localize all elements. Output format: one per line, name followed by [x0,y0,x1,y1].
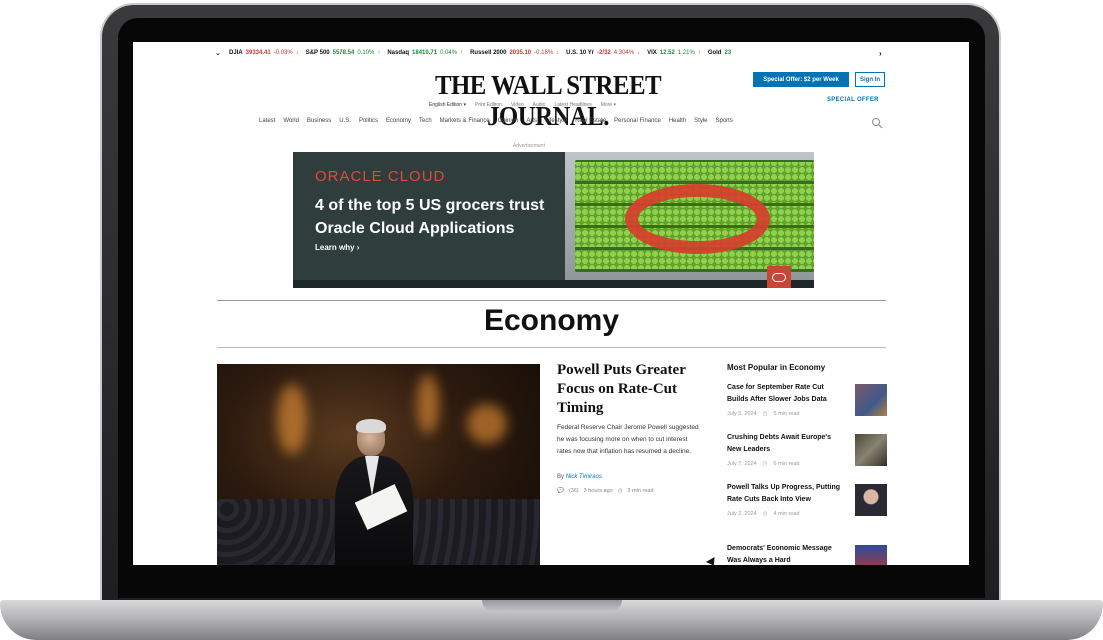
time-ago: 3 hours ago [583,488,613,494]
byline-prefix: By [557,474,565,480]
stage-light [467,404,507,444]
ad-headline-line: Oracle Cloud Applications [315,220,515,237]
market-ticker: ⌄ DJIA 39334.41 -0.03% ↓ S&P 500 5578.54 0.10… [133,47,969,59]
nav-item[interactable]: Lifestyle [545,118,567,124]
clock-icon: ◷ [617,488,623,494]
lead-byline: By Nick Timiraos [557,474,602,480]
popular-thumbnail[interactable] [855,545,887,565]
popular-read-time: 5 min read [773,411,800,417]
lead-meta: 💬 (36) 3 hours ago ◷ 3 min read [557,488,654,494]
nav-item[interactable]: Markets & Finance [440,118,490,124]
popular-headline[interactable]: Case for September Rate Cut Builds After… [727,382,843,406]
edition-link[interactable]: Print Edition [475,102,502,108]
ticker-item-10yr[interactable]: U.S. 10 Yr -2/32 4.304% ↓ [566,50,640,56]
edition-link[interactable]: Video [511,102,524,108]
edition-link[interactable]: More ▾ [601,102,616,108]
nav-item[interactable]: Personal Finance [614,118,661,124]
clock-icon: ◷ [762,511,768,517]
ad-brand: ORACLE CLOUD [315,168,446,185]
section-title: Economy [483,304,620,337]
nav-item[interactable]: U.S. [339,118,351,124]
oracle-logo-icon [767,266,791,288]
browser-screen: ⌄ DJIA 39334.41 -0.03% ↓ S&P 500 5578.54 0.10… [133,42,969,565]
popular-headline[interactable]: Democrats' Economic Message Was Always a… [727,543,843,565]
special-offer-button[interactable]: Special Offer: $2 per Week [753,72,849,87]
comments-icon[interactable]: 💬 [557,488,564,494]
popular-thumbnail[interactable] [855,484,887,516]
popular-date: July 2, 2024 [727,511,757,517]
ad-headline: 4 of the top 5 US grocers trust Oracle C… [315,194,585,240]
nav-item[interactable]: Opinion [498,118,519,124]
main-nav: Latest World Business U.S. Politics Econ… [259,118,733,124]
ticker-item-nasdaq[interactable]: Nasdaq 18410.71 0.04% ↑ [387,50,463,56]
advertisement-label: Advertisement [513,143,545,149]
ad-headline-line: 4 of the top 5 US grocers trust [315,197,545,214]
ad-banner[interactable]: ORACLE CLOUD 4 of the top 5 US grocers t… [293,152,814,288]
edition-link[interactable]: English Edition ▾ [429,102,466,108]
nav-item[interactable]: Economy [386,118,411,124]
comment-count[interactable]: (36) [569,488,579,494]
popular-item[interactable]: Democrats' Economic Message Was Always a… [727,543,887,565]
popular-read-time: 6 min read [773,461,800,467]
edition-link[interactable]: Audio [533,102,546,108]
nav-item[interactable]: Tech [419,118,432,124]
lead-article-photo[interactable] [217,364,540,565]
nav-item[interactable]: Latest [259,118,275,124]
ticker-item-russell[interactable]: Russell 2000 2035.10 -0.18% ↓ [470,50,559,56]
nav-item[interactable]: Real Estate [575,118,606,124]
section-rule [217,347,886,348]
sign-in-button[interactable]: Sign In [855,72,885,87]
edition-links: English Edition ▾ Print Edition Video Au… [429,102,679,108]
stage-light [277,384,307,454]
stage-light [417,374,439,434]
popular-thumbnail[interactable] [855,434,887,466]
search-icon[interactable] [871,117,883,129]
section-rule [217,300,886,301]
nav-item[interactable]: Health [669,118,686,124]
nav-item[interactable]: Politics [359,118,378,124]
read-time: 3 min read [627,488,654,494]
popular-headline[interactable]: Powell Talks Up Progress, Putting Rate C… [727,482,843,506]
nav-item[interactable]: Sports [716,118,733,124]
ticker-item-gold[interactable]: Gold 23 [708,50,731,56]
clock-icon: ◷ [762,411,768,417]
popular-thumbnail[interactable] [855,384,887,416]
nav-item[interactable]: World [283,118,299,124]
popular-item[interactable]: Case for September Rate Cut Builds After… [727,382,887,417]
popular-read-time: 4 min read [773,511,800,517]
edition-link[interactable]: Latest Headlines [554,102,591,108]
ticker-item-vix[interactable]: VIX 12.52 1.21% ↑ [647,50,701,56]
laptop-notch [482,600,622,612]
nav-item[interactable]: Business [307,118,331,124]
ticker-item-djia[interactable]: DJIA 39334.41 -0.03% ↓ [229,50,299,56]
popular-date: July 5, 2024 [727,411,757,417]
lead-summary: Federal Reserve Chair Jerome Powell sugg… [557,424,699,455]
popular-headline[interactable]: Crushing Debts Await Europe's New Leader… [727,432,843,456]
ticker-item-sp500[interactable]: S&P 500 5578.54 0.10% ↑ [306,50,381,56]
nav-item[interactable]: Arts [526,118,537,124]
author-link[interactable]: Nick Timiraos [566,474,602,480]
ad-bottom-band [293,280,814,288]
nav-item[interactable]: Style [694,118,707,124]
ad-oracle-oval-shape [625,184,770,254]
lead-headline[interactable]: Powell Puts Greater Focus on Rate-Cut Ti… [557,361,697,418]
chevron-right-icon[interactable]: › [879,49,882,58]
popular-date: July 7, 2024 [727,461,757,467]
most-popular-title: Most Popular in Economy [727,363,826,372]
popular-item[interactable]: Powell Talks Up Progress, Putting Rate C… [727,482,887,517]
mouse-cursor-icon [705,556,719,565]
special-offer-link[interactable]: SPECIAL OFFER [827,97,879,103]
speaker-hair [356,419,386,433]
chevron-down-icon[interactable]: ⌄ [213,49,223,57]
popular-item[interactable]: Crushing Debts Await Europe's New Leader… [727,432,887,467]
ad-learn-why-link[interactable]: Learn why › [315,243,359,252]
clock-icon: ◷ [762,461,768,467]
